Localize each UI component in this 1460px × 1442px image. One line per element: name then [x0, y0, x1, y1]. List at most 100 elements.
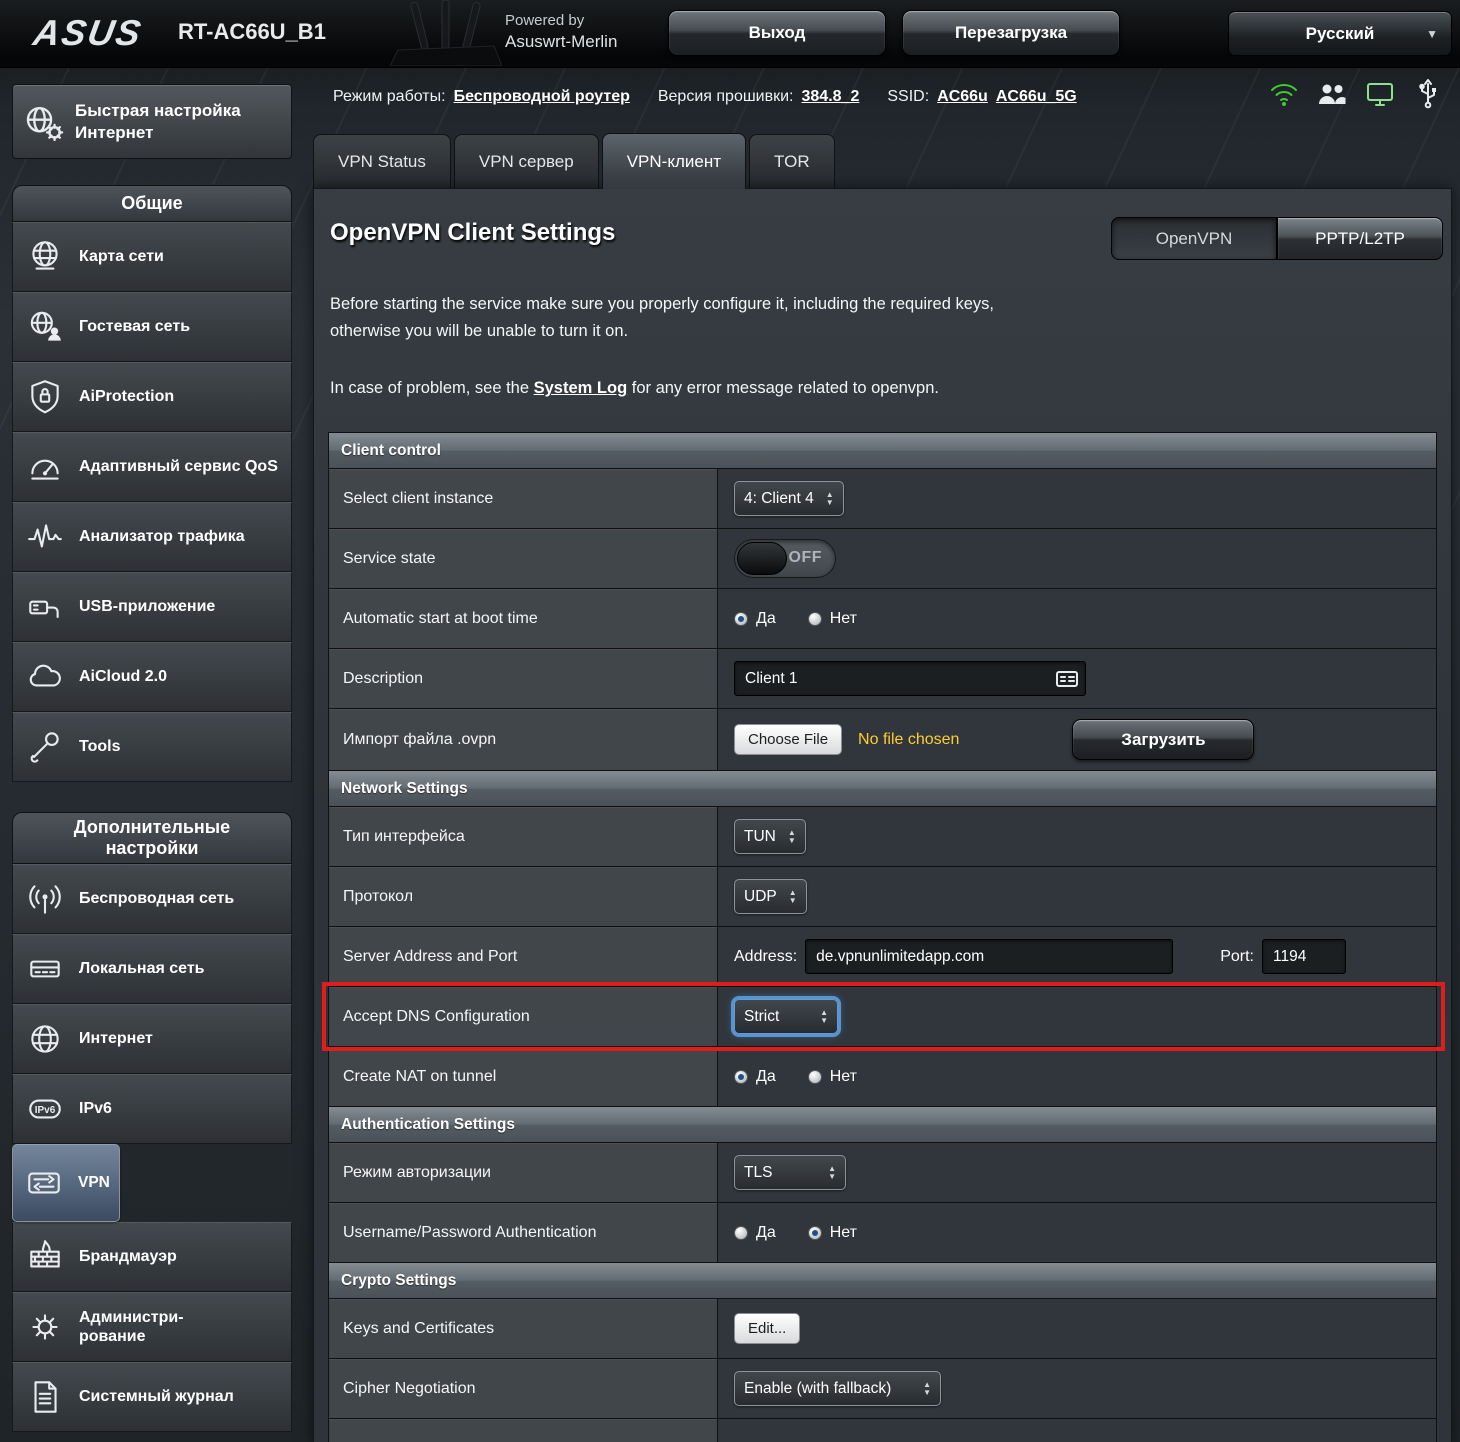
sidebar-item-wireless[interactable]: Беспроводная сеть	[12, 864, 292, 934]
sidebar-item-ipv6[interactable]: IPv6 IPv6	[12, 1074, 292, 1144]
service-state-row: Service state OFF	[329, 529, 1436, 589]
syslog-icon	[23, 1375, 67, 1419]
select-arrows-icon: ▲▼	[828, 1165, 836, 1181]
interface-type-row: Тип интерфейса TUN ▲▼	[329, 807, 1436, 867]
radio-icon	[808, 1226, 822, 1240]
section-header-client-control: Client control	[329, 433, 1436, 469]
sidebar-item-system-log[interactable]: Системный журнал	[12, 1362, 292, 1432]
choose-file-button[interactable]: Choose File	[734, 724, 842, 755]
radio-icon	[734, 1226, 748, 1240]
radio-icon	[808, 1070, 822, 1084]
sidebar-item-firewall[interactable]: Брандмауэр	[12, 1222, 292, 1292]
reboot-button[interactable]: Перезагрузка	[902, 10, 1120, 56]
mode-label: Режим работы:	[333, 88, 446, 106]
tab-vpn-client[interactable]: VPN-клиент	[602, 133, 746, 189]
contact-card-icon[interactable]	[1056, 671, 1078, 687]
upload-button[interactable]: Загрузить	[1072, 719, 1254, 760]
protocol-select[interactable]: UDP ▲▼	[734, 879, 807, 914]
language-select[interactable]: Русский ▼	[1228, 11, 1452, 56]
section-header-authentication: Authentication Settings	[329, 1107, 1436, 1143]
sidebar-item-usb-application[interactable]: USB-приложение	[12, 572, 292, 642]
pptp-l2tp-tab-button[interactable]: PPTP/L2TP	[1277, 217, 1443, 260]
row-label: Протокол	[329, 867, 718, 926]
address-label: Address:	[734, 948, 797, 966]
intro-text: Before starting the service make sure yo…	[330, 291, 1435, 345]
system-log-link[interactable]: System Log	[534, 379, 628, 397]
openvpn-tab-button[interactable]: OpenVPN	[1111, 217, 1277, 260]
powered-by: Powered by Asuswrt-Merlin	[505, 11, 617, 54]
sidebar-item-traffic-analyzer[interactable]: Анализатор трафика	[12, 502, 292, 572]
quick-setup-icon	[21, 100, 65, 144]
firmware-label: Версия прошивки:	[658, 88, 794, 106]
tab-tor[interactable]: TOR	[749, 134, 835, 189]
sidebar-item-quick-setup[interactable]: Быстрая настройка Интернет	[12, 84, 292, 159]
ssid-5g-link[interactable]: AC66u_5G	[996, 88, 1077, 106]
router-model: RT-AC66U_B1	[178, 19, 326, 45]
operation-mode-link[interactable]: Беспроводной роутер	[454, 88, 630, 106]
client-instance-select[interactable]: 4: Client 4 ▲▼	[734, 481, 844, 516]
row-label: Automatic start at boot time	[329, 589, 718, 648]
tab-vpn-status[interactable]: VPN Status	[313, 134, 451, 189]
row-label: Keys and Certificates	[329, 1299, 718, 1358]
select-arrows-icon: ▲▼	[923, 1381, 931, 1397]
guest-network-icon	[23, 305, 67, 349]
logout-button[interactable]: Выход	[668, 10, 886, 56]
autostart-no-radio[interactable]: Нет	[808, 610, 857, 628]
row-label: Cipher Negotiation	[329, 1359, 718, 1418]
sidebar-item-aiprotection[interactable]: AiProtection	[12, 362, 292, 432]
sidebar-item-aicloud[interactable]: AiCloud 2.0	[12, 642, 292, 712]
toggle-knob	[737, 542, 787, 575]
aiprotection-icon	[23, 375, 67, 419]
problem-text: In case of problem, see the System Log f…	[330, 379, 1435, 398]
quick-setup-label: Быстрая настройка Интернет	[75, 100, 283, 143]
row-label: Username/Password Authentication	[329, 1203, 718, 1262]
top-bar: ASUS RT-AC66U_B1 Powered by Asuswrt-Merl…	[0, 0, 1460, 68]
sidebar: Быстрая настройка Интернет Общие Карта с…	[12, 84, 292, 1432]
traffic-analyzer-icon	[23, 515, 67, 559]
interface-type-select[interactable]: TUN ▲▼	[734, 819, 806, 854]
cipher-negotiation-select[interactable]: Enable (with fallback) ▲▼	[734, 1371, 941, 1406]
vpn-icon	[22, 1161, 66, 1205]
ssid-24g-link[interactable]: AC66u	[937, 88, 988, 106]
sidebar-item-lan[interactable]: Локальная сеть	[12, 934, 292, 1004]
server-address-input[interactable]	[805, 939, 1173, 974]
select-arrows-icon: ▲▼	[789, 889, 797, 905]
clients-icon[interactable]	[1316, 78, 1348, 110]
radio-icon	[734, 612, 748, 626]
firmware-version-link[interactable]: 384.8_2	[802, 88, 860, 106]
description-input[interactable]	[734, 661, 1086, 696]
userpass-yes-radio[interactable]: Да	[734, 1224, 776, 1242]
userpass-no-radio[interactable]: Нет	[808, 1224, 857, 1242]
sidebar-item-qos[interactable]: Адаптивный сервис QoS	[12, 432, 292, 502]
sidebar-item-network-map[interactable]: Карта сети	[12, 222, 292, 292]
sidebar-item-internet[interactable]: Интернет	[12, 1004, 292, 1074]
nat-no-radio[interactable]: Нет	[808, 1068, 857, 1086]
select-arrows-icon: ▲▼	[820, 1009, 828, 1025]
row-label: Server Address and Port	[329, 927, 718, 986]
monitor-icon[interactable]	[1364, 78, 1396, 110]
sidebar-item-tools[interactable]: Tools	[12, 712, 292, 782]
ssid-label: SSID:	[887, 88, 929, 106]
tab-vpn-server[interactable]: VPN сервер	[454, 134, 599, 189]
section-header-network-settings: Network Settings	[329, 771, 1436, 807]
vpn-type-switch: OpenVPN PPTP/L2TP	[1111, 217, 1443, 260]
status-icons	[1268, 78, 1444, 110]
wifi-icon[interactable]	[1268, 78, 1300, 110]
auth-mode-select[interactable]: TLS ▲▼	[734, 1155, 846, 1190]
radio-icon	[808, 612, 822, 626]
edit-keys-button[interactable]: Edit...	[734, 1313, 800, 1344]
sidebar-item-guest-network[interactable]: Гостевая сеть	[12, 292, 292, 362]
nat-yes-radio[interactable]: Да	[734, 1068, 776, 1086]
service-state-toggle[interactable]: OFF	[734, 539, 836, 578]
server-port-input[interactable]	[1262, 939, 1346, 974]
accept-dns-select[interactable]: Strict ▲▼	[734, 999, 838, 1034]
usb-icon[interactable]	[1412, 78, 1444, 110]
sidebar-item-administration[interactable]: Администри- рование	[12, 1292, 292, 1362]
cipher-negotiation-row: Cipher Negotiation Enable (with fallback…	[329, 1359, 1436, 1419]
firewall-icon	[23, 1235, 67, 1279]
sidebar-item-vpn[interactable]: VPN	[12, 1144, 120, 1222]
section-header-crypto: Crypto Settings	[329, 1263, 1436, 1299]
tools-icon	[23, 725, 67, 769]
radio-icon	[734, 1070, 748, 1084]
autostart-yes-radio[interactable]: Да	[734, 610, 776, 628]
